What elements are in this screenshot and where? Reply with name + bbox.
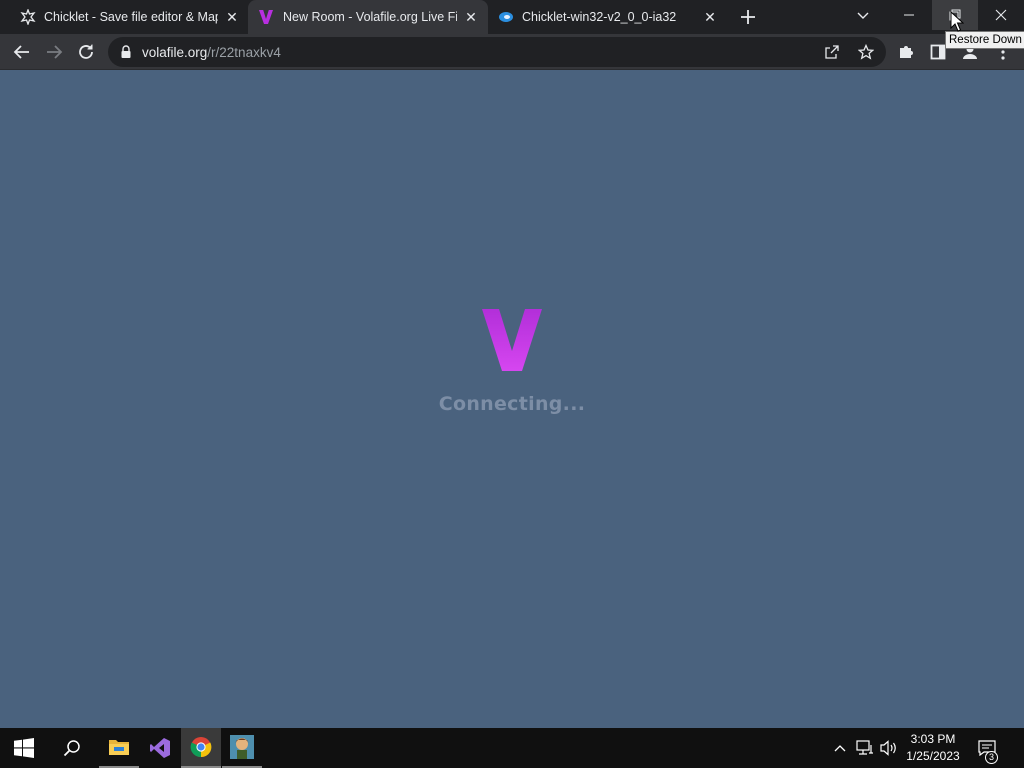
- page-content: Connecting...: [0, 71, 1024, 728]
- windows-taskbar: 3:03 PM 1/25/2023: [0, 728, 1024, 768]
- browser-toolbar: volafile.org/r/22tnaxkv4: [0, 34, 1024, 70]
- tab-title: Chicklet-win32-v2_0_0-ia32: [522, 10, 677, 24]
- network-icon[interactable]: [854, 728, 876, 768]
- volafile-v-icon: [259, 10, 273, 24]
- connecting-status: Connecting...: [438, 393, 586, 415]
- tab-search-icon[interactable]: [840, 0, 886, 30]
- show-hidden-icons-icon[interactable]: [832, 728, 848, 768]
- tab-title: New Room - Volafile.org Live File: [283, 10, 457, 24]
- windows-start-icon[interactable]: [4, 728, 44, 768]
- close-icon[interactable]: [978, 0, 1024, 30]
- system-clock[interactable]: 3:03 PM 1/25/2023: [900, 731, 966, 765]
- search-icon[interactable]: [52, 728, 92, 768]
- tooltip: Restore Down: [945, 31, 1024, 49]
- close-tab-icon[interactable]: ✕: [703, 10, 717, 24]
- tab-chicklet[interactable]: Chicklet - Save file editor & Map ✕: [8, 0, 248, 34]
- chrome-icon[interactable]: [181, 728, 221, 768]
- lock-icon[interactable]: [120, 45, 132, 59]
- clock-date: 1/25/2023: [906, 749, 960, 763]
- game-app-icon[interactable]: [222, 728, 262, 768]
- address-bar[interactable]: volafile.org/r/22tnaxkv4: [108, 37, 886, 67]
- tab-strip: Chicklet - Save file editor & Map ✕ New …: [0, 0, 1024, 34]
- back-arrow-icon[interactable]: [10, 40, 34, 64]
- reload-icon[interactable]: [74, 40, 98, 64]
- plus-icon[interactable]: [738, 7, 758, 27]
- forward-arrow-icon[interactable]: [42, 40, 66, 64]
- minimize-icon[interactable]: [886, 0, 932, 30]
- volume-icon[interactable]: [878, 728, 900, 768]
- tab-title: Chicklet - Save file editor & Map: [44, 10, 218, 24]
- volafile-logo: [482, 309, 542, 371]
- share-icon[interactable]: [824, 44, 840, 60]
- electron-icon: [499, 12, 513, 22]
- close-tab-icon[interactable]: ✕: [225, 10, 239, 24]
- clock-time: 3:03 PM: [910, 732, 956, 746]
- close-tab-icon[interactable]: ✕: [464, 10, 478, 24]
- notification-count-badge: 3: [985, 751, 998, 764]
- star-icon[interactable]: [858, 44, 874, 60]
- extensions-puzzle-icon[interactable]: [895, 41, 917, 63]
- url-text: volafile.org/r/22tnaxkv4: [142, 45, 281, 60]
- tab-chicklet-download[interactable]: Chicklet-win32-v2_0_0-ia32 ✕: [488, 0, 728, 34]
- tab-volafile[interactable]: New Room - Volafile.org Live File ✕: [248, 0, 488, 34]
- mouse-cursor-icon: [950, 11, 964, 32]
- visual-studio-icon[interactable]: [140, 728, 180, 768]
- file-explorer-icon[interactable]: [99, 728, 139, 768]
- chicklet-icon: [20, 9, 36, 25]
